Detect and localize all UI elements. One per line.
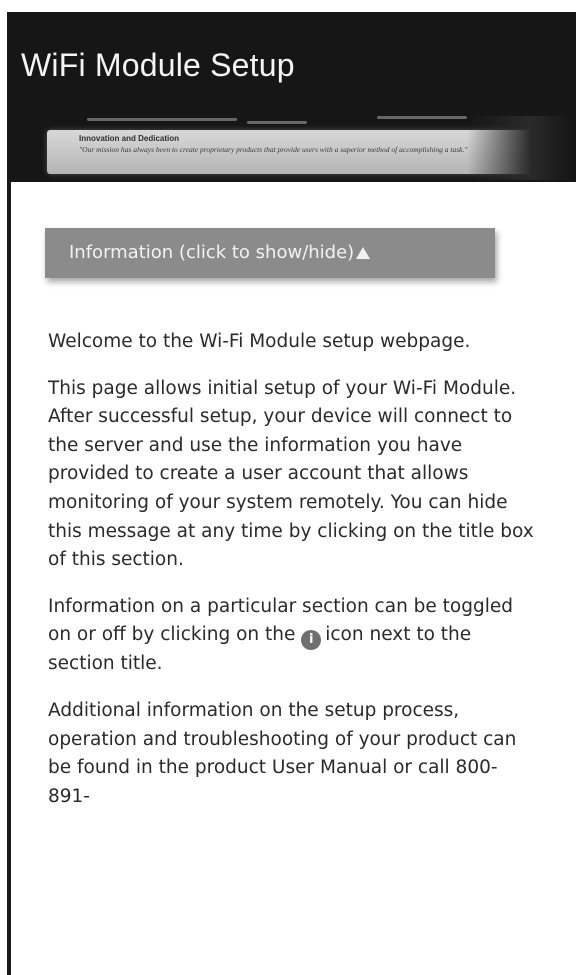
- app-header: WiFi Module Setup Innovation and Dedicat…: [7, 12, 576, 182]
- banner-scratch: [377, 116, 467, 119]
- page-frame: WiFi Module Setup Innovation and Dedicat…: [0, 0, 576, 975]
- banner-scratch: [87, 118, 237, 121]
- setup-description-paragraph: This page allows initial setup of your W…: [48, 377, 534, 571]
- information-body: Welcome to the Wi-Fi Module setup webpag…: [48, 328, 538, 829]
- information-toggle-button[interactable]: Information (click to show/hide): [45, 228, 495, 278]
- info-icon: i: [301, 630, 322, 651]
- banner-quote: "Our mission has always been to create p…: [79, 145, 468, 154]
- information-toggle-label: Information (click to show/hide): [69, 242, 355, 263]
- banner-heading: Innovation and Dedication: [79, 134, 180, 143]
- window-left-border: [7, 180, 11, 975]
- caret-up-icon: [356, 247, 371, 259]
- page-title: WiFi Module Setup: [21, 47, 295, 83]
- main-content: Information (click to show/hide) Welcome…: [22, 200, 576, 975]
- additional-info-paragraph: Additional information on the setup proc…: [48, 699, 517, 807]
- welcome-paragraph: Welcome to the Wi-Fi Module setup webpag…: [48, 331, 471, 352]
- banner-scratch: [247, 121, 307, 124]
- header-banner: Innovation and Dedication "Our mission h…: [47, 110, 576, 180]
- toggle-help-paragraph: Information on a particular section can …: [48, 593, 538, 679]
